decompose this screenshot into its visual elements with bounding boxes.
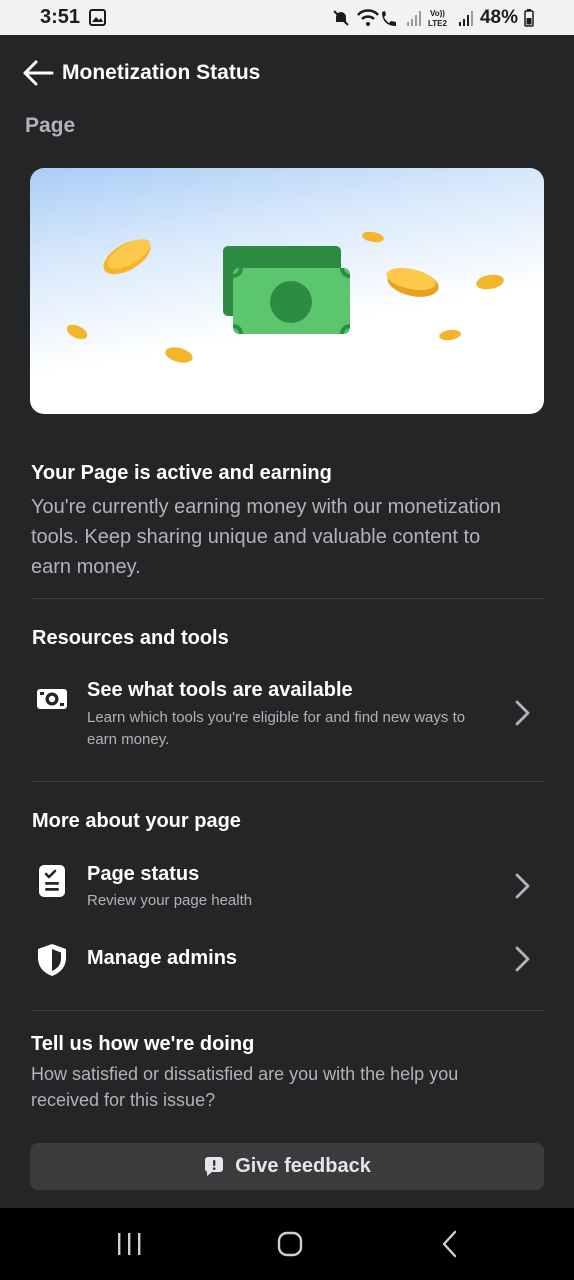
list-item-subtitle: Learn which tools you're eligible for an… <box>87 709 466 748</box>
app-screen: Monetization Status Page Your Page is ac… <box>0 35 574 1208</box>
wifi-calling-icon <box>356 9 396 26</box>
give-feedback-button[interactable]: Give feedback <box>30 1143 544 1190</box>
list-item-subtitle: Review your page health <box>87 892 253 909</box>
coin <box>362 231 384 243</box>
feedback-description: How satisfied or dissatisfied are you wi… <box>31 1064 459 1110</box>
feedback-title: Tell us how we're doing <box>31 1033 255 1055</box>
list-item-title: Manage admins <box>87 947 238 969</box>
list-item-tools[interactable]: See what tools are available Learn which… <box>0 671 574 761</box>
chevron-right-icon <box>515 873 530 899</box>
signal-icon <box>406 11 421 26</box>
more-title: More about your page <box>32 810 241 832</box>
volte-icon: Vo)) LTE2 <box>428 9 448 28</box>
coin <box>165 347 193 363</box>
status-icons: Vo)) LTE2 48% <box>332 6 534 30</box>
recent-apps-icon[interactable] <box>109 1226 149 1262</box>
page-title: Monetization Status <box>62 61 261 84</box>
money-icon <box>37 689 67 709</box>
coin <box>66 324 88 340</box>
money-illustration <box>66 231 504 363</box>
status-time: 3:51 <box>40 6 81 28</box>
chevron-right-icon <box>515 946 530 972</box>
divider <box>31 781 544 782</box>
list-item-title: Page status <box>87 863 200 885</box>
signal-icon <box>458 11 473 26</box>
system-nav-bar <box>0 1208 574 1280</box>
shield-icon <box>38 944 66 976</box>
status-bar: 3:51 Vo)) LTE2 48% <box>0 0 574 35</box>
feedback-icon <box>205 1156 224 1176</box>
arrow-left-icon[interactable] <box>22 59 54 87</box>
svg-text:Vo)): Vo)) <box>430 9 445 18</box>
battery-percent: 48% <box>479 7 518 28</box>
coin <box>439 329 461 341</box>
give-feedback-label: Give feedback <box>235 1155 371 1177</box>
back-icon[interactable] <box>430 1226 470 1262</box>
chevron-right-icon <box>515 700 530 726</box>
mute-icon <box>333 10 349 26</box>
coin <box>476 274 504 290</box>
list-item-title: See what tools are available <box>87 679 353 701</box>
divider <box>31 1010 544 1011</box>
home-icon[interactable] <box>270 1226 310 1262</box>
section-label: Page <box>25 114 76 137</box>
gallery-icon <box>89 9 106 26</box>
divider <box>31 598 544 599</box>
resources-title: Resources and tools <box>32 627 229 649</box>
list-item-manage-admins[interactable]: Manage admins <box>0 935 574 985</box>
svg-text:LTE2: LTE2 <box>428 19 448 28</box>
hero-illustration <box>30 168 544 414</box>
status-title: Your Page is active and earning <box>31 462 332 484</box>
list-item-page-status[interactable]: Page status Review your page health <box>0 855 574 919</box>
battery-icon <box>524 9 534 27</box>
checklist-icon <box>39 865 65 897</box>
header: Monetization Status <box>0 35 574 115</box>
status-description: You're currently earning money with our … <box>31 496 501 578</box>
